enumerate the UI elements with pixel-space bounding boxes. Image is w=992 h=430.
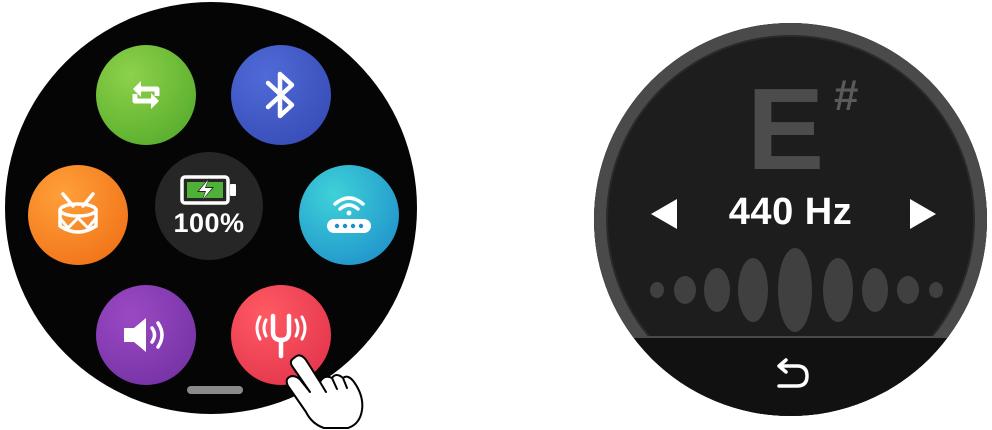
sync-app-button[interactable] [96,45,196,145]
tap-hand-icon [285,354,364,429]
speaker-icon [124,318,164,352]
battery-widget: 100% [155,152,263,260]
home-indicator[interactable] [187,386,243,394]
indicator-dot [897,276,919,304]
indicator-dot [823,258,853,322]
next-frequency-button[interactable] [908,197,938,231]
tuning-indicator [650,248,943,332]
battery-charging-icon [180,174,236,205]
tuner-watch-face: E # 440 Hz [594,23,987,416]
volume-app-button[interactable] [96,285,196,385]
drum-icon [58,192,98,234]
bluetooth-app-button[interactable] [231,45,331,145]
sync-icon [132,81,160,109]
indicator-dot [704,268,730,312]
note-accidental: # [834,71,859,120]
back-button[interactable] [594,336,987,416]
battery-percent: 100% [173,207,245,238]
indicator-dot [929,282,943,298]
router-app-button[interactable] [299,165,399,265]
metronome-app-button[interactable] [28,165,128,265]
note-name: E [746,64,825,194]
indicator-dot [738,258,768,322]
indicator-dot [650,282,664,298]
indicator-dot [674,276,696,304]
indicator-dot [862,268,888,312]
triangle-right-icon [910,199,936,229]
back-arrow-icon [776,358,809,388]
bluetooth-icon [265,71,295,119]
router-icon [327,196,371,233]
indicator-center [778,248,812,332]
